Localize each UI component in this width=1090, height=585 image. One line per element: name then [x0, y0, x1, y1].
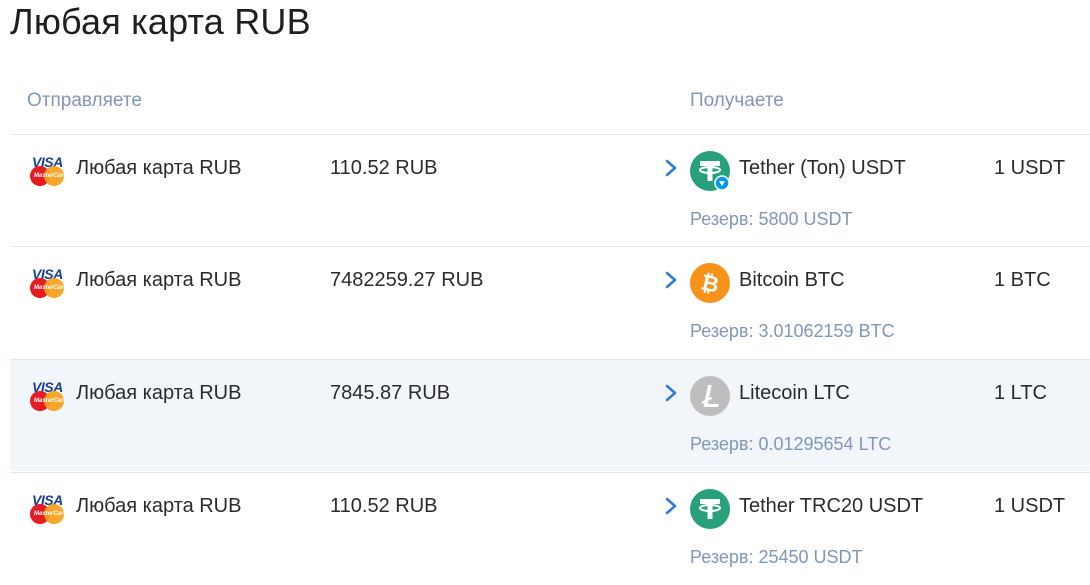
receive-currency-name: Bitcoin BTC [739, 269, 845, 291]
send-amount: 110.52 RUB [330, 157, 438, 179]
chevron-right-icon [665, 271, 677, 289]
receive-amount: 1 BTC [994, 269, 1051, 291]
send-amount: 7845.87 RUB [330, 382, 451, 404]
receive-column-header: Получаете [690, 90, 784, 111]
bitcoin-icon: ₿ [690, 263, 730, 303]
receive-currency-name: Tether TRC20 USDT [739, 495, 924, 517]
send-column-header: Отправляете [27, 90, 142, 111]
receive-currency-name: Litecoin LTC [739, 382, 850, 404]
page-title: Любая карта RUB [10, 1, 311, 42]
chevron-right-icon [665, 159, 677, 177]
send-currency-name: Любая карта RUB [76, 157, 242, 179]
visa-mastercard-icon: VISA MasterCard [30, 266, 68, 300]
send-currency-name: Любая карта RUB [76, 495, 242, 517]
litecoin-icon [690, 376, 730, 416]
exchange-row[interactable]: VISA MasterCard Любая карта RUB 7482259.… [10, 246, 1090, 358]
exchange-row[interactable]: VISA MasterCard Любая карта RUB 110.52 R… [10, 472, 1090, 584]
reserve-label: Резерв: 0.01295654 LTC [690, 434, 892, 454]
receive-currency-name: Tether (Ton) USDT [739, 157, 906, 179]
chevron-right-icon [665, 384, 677, 402]
exchange-row[interactable]: VISA MasterCard Любая карта RUB 7845.87 … [10, 359, 1090, 471]
reserve-label: Резерв: 5800 USDT [690, 209, 853, 229]
receive-amount: 1 LTC [994, 382, 1047, 404]
tether-ton-icon [690, 151, 730, 191]
reserve-label: Резерв: 3.01062159 BTC [690, 321, 895, 341]
send-amount: 7482259.27 RUB [330, 269, 484, 291]
send-amount: 110.52 RUB [330, 495, 438, 517]
visa-mastercard-icon: VISA MasterCard [30, 492, 68, 526]
reserve-label: Резерв: 25450 USDT [690, 547, 863, 567]
tether-icon [690, 489, 730, 529]
chevron-right-icon [665, 497, 677, 515]
receive-amount: 1 USDT [994, 157, 1066, 179]
visa-mastercard-icon: VISA MasterCard [30, 154, 68, 188]
send-currency-name: Любая карта RUB [76, 269, 242, 291]
receive-amount: 1 USDT [994, 495, 1066, 517]
exchange-row[interactable]: VISA MasterCard Любая карта RUB 110.52 R… [10, 134, 1090, 246]
visa-mastercard-icon: VISA MasterCard [30, 379, 68, 413]
send-currency-name: Любая карта RUB [76, 382, 242, 404]
